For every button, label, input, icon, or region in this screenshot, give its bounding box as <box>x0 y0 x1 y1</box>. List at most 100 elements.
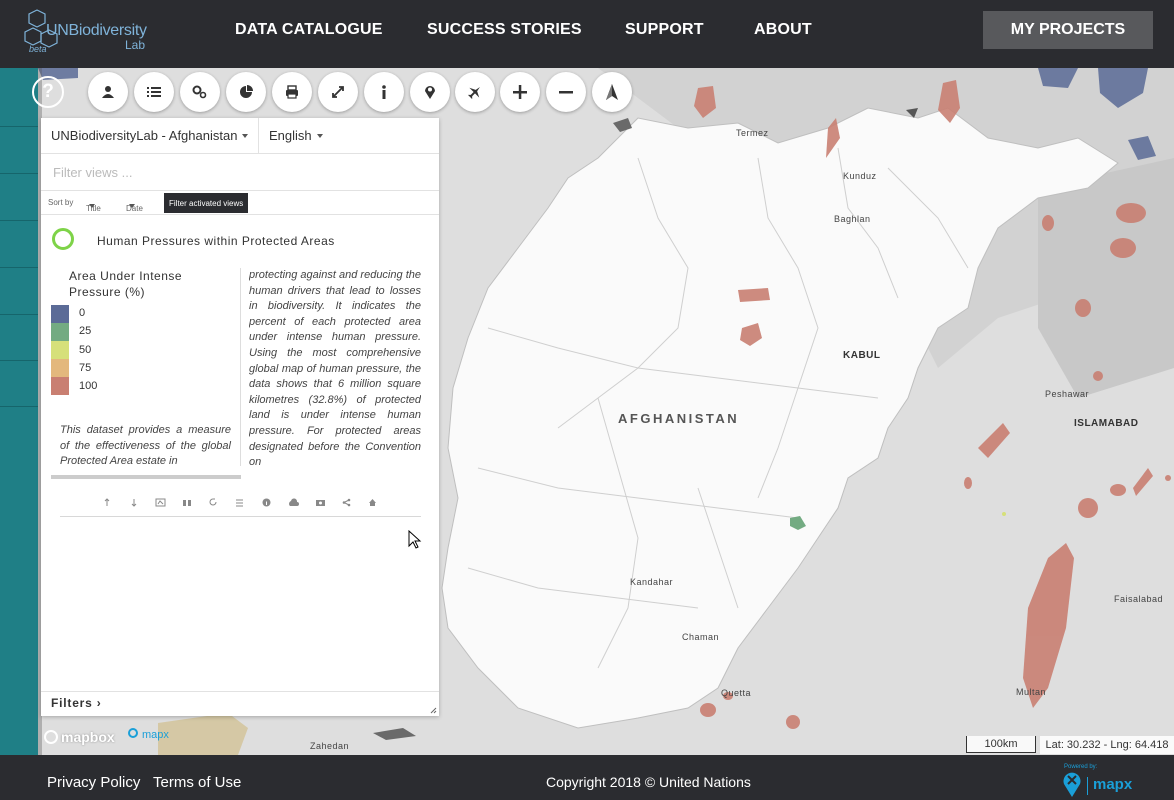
zoom-out-button[interactable] <box>546 72 586 112</box>
mapbox-logo-icon <box>44 730 58 744</box>
nav-success-stories[interactable]: SUCCESS STORIES <box>427 21 582 39</box>
legend-swatch-0 <box>51 305 69 323</box>
city-label-kunduz: Kunduz <box>843 171 877 181</box>
mapbox-text: mapbox <box>61 729 115 745</box>
legend-swatch-25 <box>51 323 69 341</box>
mapx-pin-icon <box>128 728 138 738</box>
top-navigation-bar: UNBiodiversity Lab beta DATA CATALOGUE S… <box>0 0 1174 68</box>
city-label-multan: Multan <box>1016 687 1047 697</box>
city-label-faisalabad: Faisalabad <box>1114 594 1164 604</box>
caret-down-icon <box>89 204 95 208</box>
binoculars-icon[interactable] <box>182 498 192 507</box>
privacy-policy-link[interactable]: Privacy Policy <box>47 774 140 791</box>
settings-button[interactable] <box>180 72 220 112</box>
fly-to-button[interactable] <box>455 72 495 112</box>
city-label-peshawar: Peshawar <box>1045 389 1090 399</box>
info-icon[interactable] <box>262 498 271 507</box>
city-label-quetta: Quetta <box>721 688 752 698</box>
nav-about[interactable]: ABOUT <box>754 21 812 39</box>
city-label-kandahar: Kandahar <box>630 577 674 587</box>
legend-swatch-75 <box>51 359 69 377</box>
help-button[interactable]: ? <box>32 76 64 108</box>
mouse-cursor-icon <box>408 530 422 549</box>
filter-activated-views-button[interactable]: Filter activated views <box>164 193 249 213</box>
mapx-logo-divider <box>1087 777 1088 795</box>
view-toggle-ring[interactable] <box>52 228 74 250</box>
my-projects-button[interactable]: MY PROJECTS <box>983 11 1153 49</box>
language-name: English <box>269 128 312 143</box>
filters-toggle[interactable]: Filters › <box>41 691 439 716</box>
list-icon <box>147 87 161 97</box>
dashboard-button[interactable] <box>226 72 266 112</box>
coordinates-readout: Lat: 30.232 - Lng: 64.418 <box>1040 736 1174 754</box>
nav-data-catalogue[interactable]: DATA CATALOGUE <box>235 21 383 39</box>
filter-views-input[interactable] <box>51 154 415 190</box>
legend-title: Area Under Intense Pressure (%) <box>69 269 183 299</box>
info-button[interactable] <box>364 72 404 112</box>
project-name: UNBiodiversityLab - Afghanistan <box>51 128 238 143</box>
caret-down-icon <box>316 133 323 138</box>
pie-chart-icon <box>240 85 253 98</box>
fullscreen-button[interactable] <box>318 72 358 112</box>
share-icon[interactable] <box>342 498 351 507</box>
filters-label: Filters › <box>51 696 102 710</box>
city-label-termez: Termez <box>736 128 769 138</box>
country-label-afghanistan: AFGHANISTAN <box>618 411 740 426</box>
unbiodiversity-logo[interactable]: UNBiodiversity Lab beta <box>24 8 154 58</box>
left-sidebar-strip <box>0 68 38 755</box>
settings-icon <box>192 85 207 99</box>
legend-swatch-50 <box>51 341 69 359</box>
map-scale: 100km <box>966 736 1036 753</box>
reset-icon[interactable] <box>209 498 218 507</box>
download-icon[interactable] <box>288 498 299 507</box>
legend-label-100: 100 <box>79 380 98 392</box>
mapx-text: mapx <box>142 729 169 741</box>
caret-down-icon <box>129 204 135 208</box>
views-list-button[interactable] <box>134 72 174 112</box>
legend-label-0: 0 <box>79 307 86 319</box>
resize-handle-icon[interactable] <box>430 707 437 714</box>
sliders-icon[interactable] <box>235 498 244 507</box>
filter-views-box <box>41 153 439 191</box>
compass-button[interactable] <box>592 72 632 112</box>
geolocate-button[interactable] <box>410 72 450 112</box>
views-panel: UNBiodiversityLab - Afghanistan English … <box>41 118 439 716</box>
screen-icon[interactable] <box>155 498 166 507</box>
move-up-icon[interactable] <box>103 498 111 507</box>
compass-icon <box>606 84 618 100</box>
legend-label-50: 50 <box>79 344 92 356</box>
description-right: protecting against and reducing the huma… <box>249 269 421 469</box>
fullscreen-icon <box>332 86 344 98</box>
print-button[interactable] <box>272 72 312 112</box>
view-title[interactable]: Human Pressures within Protected Areas <box>97 234 335 248</box>
legend-label-75: 75 <box>79 362 92 374</box>
mapx-logo[interactable]: mapx <box>1062 770 1142 798</box>
view-controls-divider <box>60 516 421 517</box>
nav-support[interactable]: SUPPORT <box>625 21 704 39</box>
copyright-text: Copyright 2018 © United Nations <box>546 774 751 790</box>
home-icon[interactable] <box>368 498 377 507</box>
camera-icon[interactable] <box>315 498 326 507</box>
user-button[interactable] <box>88 72 128 112</box>
footer: Privacy Policy Terms of Use Copyright 20… <box>0 755 1174 800</box>
caret-down-icon <box>242 133 249 138</box>
city-label-islamabad: ISLAMABAD <box>1074 418 1139 429</box>
city-label-baghlan: Baghlan <box>834 214 871 224</box>
zoom-out-icon <box>559 91 573 94</box>
airplane-icon <box>467 87 480 100</box>
legend-swatch-100 <box>51 377 69 395</box>
description-scroll-bar[interactable] <box>51 475 241 479</box>
logo-subtext: Lab <box>125 38 146 52</box>
info-icon <box>382 85 386 99</box>
language-selector[interactable]: English <box>269 118 323 153</box>
terms-of-use-link[interactable]: Terms of Use <box>153 774 241 791</box>
project-selector[interactable]: UNBiodiversityLab - Afghanistan <box>51 118 249 153</box>
location-icon <box>425 86 435 99</box>
zoom-in-icon <box>513 85 527 99</box>
mapx-attribution[interactable]: mapx <box>128 728 169 741</box>
move-down-icon[interactable] <box>130 498 138 507</box>
city-label-kabul: KABUL <box>843 350 881 361</box>
mapbox-logo[interactable]: mapbox <box>44 729 115 745</box>
zoom-in-button[interactable] <box>500 72 540 112</box>
column-divider <box>240 268 241 466</box>
